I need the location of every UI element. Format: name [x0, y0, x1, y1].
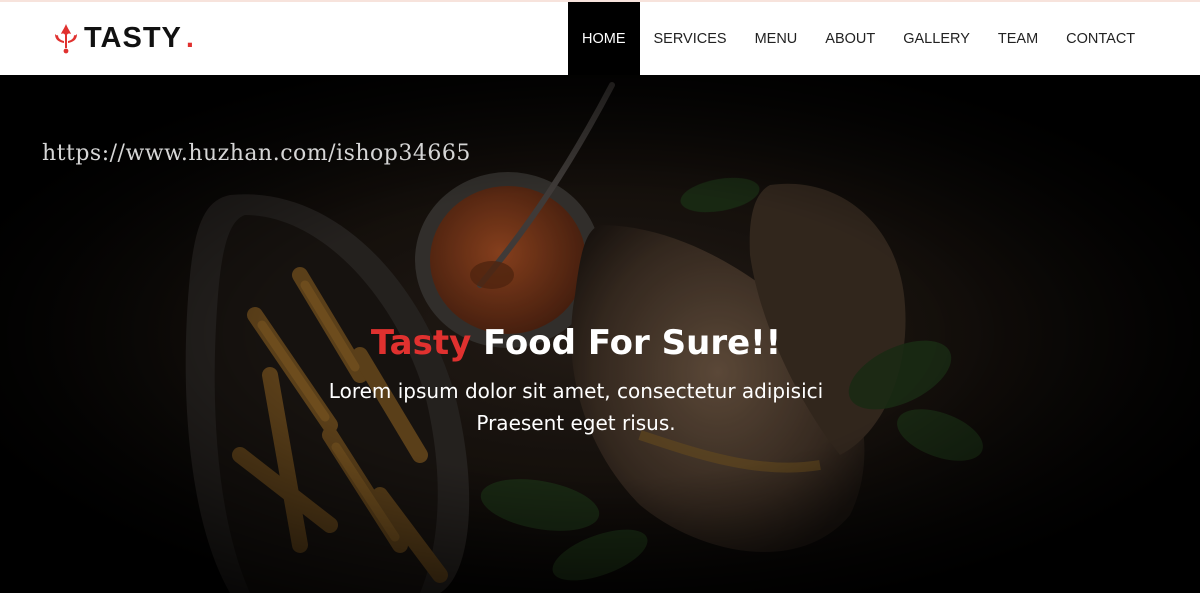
main-nav: HOME SERVICES MENU ABOUT GALLERY TEAM CO… — [568, 2, 1149, 75]
navbar: TASTY. HOME SERVICES MENU ABOUT GALLERY … — [0, 2, 1200, 75]
nav-team[interactable]: TEAM — [984, 2, 1052, 75]
brand-logo[interactable]: TASTY. — [52, 22, 194, 54]
hero-title-accent: Tasty — [370, 323, 472, 363]
hero-title-rest: Food For Sure!! — [483, 323, 782, 363]
nav-contact[interactable]: CONTACT — [1052, 2, 1149, 75]
nav-services[interactable]: SERVICES — [640, 2, 741, 75]
watermark-url: https://www.huzhan.com/ishop34665 — [42, 141, 471, 166]
hero-subtitle-line-1: Lorem ipsum dolor sit amet, consectetur … — [328, 379, 824, 403]
brand-name: TASTY — [84, 22, 182, 54]
logo-flame-icon — [55, 24, 77, 54]
hero-subtitle-line-2: Praesent eget risus. — [476, 411, 676, 435]
nav-menu[interactable]: MENU — [741, 2, 812, 75]
hero-subtitle: Lorem ipsum dolor sit amet, consectetur … — [0, 375, 1152, 439]
hero-title: Tasty Food For Sure!! — [0, 323, 1152, 363]
nav-gallery[interactable]: GALLERY — [889, 2, 984, 75]
nav-home[interactable]: HOME — [568, 2, 640, 75]
nav-about[interactable]: ABOUT — [811, 2, 889, 75]
hero-banner: https://www.huzhan.com/ishop34665 Tasty … — [0, 75, 1200, 593]
brand-dot: . — [185, 22, 194, 54]
